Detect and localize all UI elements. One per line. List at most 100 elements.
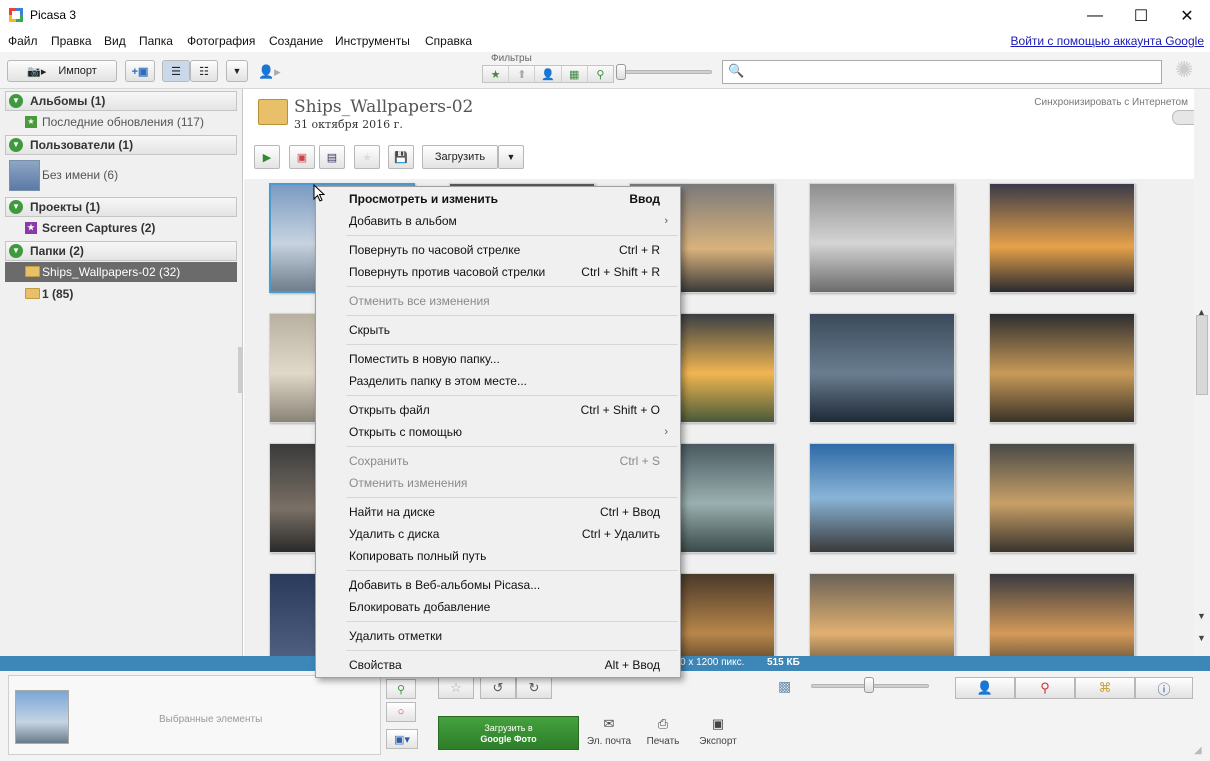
import-button[interactable]: 📷▸ Импорт (7, 60, 117, 82)
rotate-right-button[interactable]: ↻ (516, 677, 552, 699)
pin-filter-button[interactable]: ⚲ (588, 66, 613, 82)
scroll-down-end-icon[interactable]: ▼ (1197, 633, 1206, 643)
menu-item-label: Повернуть против часовой стрелки (349, 265, 546, 279)
movie-filter-button[interactable]: ▦ (562, 66, 588, 82)
sidebar-item-ships-wallpapers[interactable]: Ships_Wallpapers-02 (32) (5, 262, 237, 282)
menu-tools[interactable]: Инструменты (335, 34, 410, 48)
sidebar-item-recent-updates[interactable]: ★ Последние обновления (117) (5, 112, 237, 132)
tree-view-button[interactable]: ☷ (190, 60, 218, 82)
maximize-button[interactable]: ☐ (1118, 0, 1164, 31)
sidebar-item-unnamed-person[interactable]: Без имени (6) (5, 157, 237, 193)
context-menu-item[interactable]: Просмотреть и изменить Ввод (316, 188, 680, 210)
star-button[interactable]: ★ (354, 145, 380, 169)
context-menu-item[interactable]: Разделить папку в этом месте... (316, 370, 680, 392)
scroll-thumb[interactable] (1196, 315, 1208, 395)
context-menu-item: Сохранить Ctrl + S (316, 450, 680, 472)
section-albums[interactable]: ▼ Альбомы (1) (5, 91, 237, 111)
context-menu-item[interactable]: Добавить в альбом › (316, 210, 680, 232)
resize-grip-icon[interactable]: ◢ (1194, 745, 1202, 756)
context-menu-item[interactable]: Блокировать добавление (316, 596, 680, 618)
photo-thumbnail[interactable] (809, 443, 955, 553)
save-button[interactable]: 💾 (388, 145, 414, 169)
rotate-left-button[interactable]: ↺ (480, 677, 516, 699)
add-to-album-dropdown-button[interactable]: ▣▾ (386, 729, 418, 749)
menu-item-shortcut: Ctrl + R (618, 243, 660, 257)
project-icon: ★ (25, 222, 37, 234)
context-menu-item[interactable]: Найти на диске Ctrl + Ввод (316, 501, 680, 523)
date-filter-slider[interactable] (620, 70, 712, 74)
context-menu-item[interactable]: Добавить в Веб-альбомы Picasa... (316, 574, 680, 596)
person-filter-button[interactable]: 👤 (535, 66, 562, 82)
sidebar-item-folder-1[interactable]: 1 (85) (5, 284, 237, 304)
add-to-album-button[interactable]: +▣ (125, 60, 155, 82)
context-menu-item[interactable]: Удалить отметки (316, 625, 680, 647)
search-input[interactable]: 🔍 (722, 60, 1162, 84)
context-menu-item[interactable]: Повернуть по часовой стрелке Ctrl + R (316, 239, 680, 261)
email-button[interactable]: ✉ Эл. почта (584, 716, 634, 747)
hold-button[interactable]: ⚲ (386, 679, 416, 699)
context-menu-item[interactable]: Свойства Alt + Ввод (316, 654, 680, 676)
context-menu-item[interactable]: Поместить в новую папку... (316, 348, 680, 370)
close-button[interactable]: ✕ (1164, 0, 1210, 31)
context-menu-item[interactable]: Удалить с диска Ctrl + Удалить (316, 523, 680, 545)
mouse-cursor-icon (313, 184, 325, 202)
collapse-arrow-icon[interactable]: ▼ (9, 200, 23, 214)
section-projects[interactable]: ▼ Проекты (1) (5, 197, 237, 217)
properties-pane-button[interactable]: ⓘ (1135, 677, 1193, 699)
date-filter-slider-knob[interactable] (616, 64, 626, 80)
menu-edit[interactable]: Правка (51, 34, 92, 48)
people-pane-button[interactable]: 👤 (955, 677, 1015, 699)
photo-thumbnail[interactable] (989, 443, 1135, 553)
grid-scrollbar[interactable]: ▲ ▲ ▼ ▼ ▼ (1194, 89, 1210, 656)
upload-to-google-photos-button[interactable]: Загрузить в Google Фото (438, 716, 579, 750)
menu-create[interactable]: Создание (269, 34, 323, 48)
menu-item-shortcut: Ctrl + Shift + R (581, 265, 660, 279)
view-dropdown-button[interactable]: ▼ (226, 60, 248, 82)
print-button[interactable]: ⎙ Печать (638, 716, 688, 747)
collapse-arrow-icon[interactable]: ▼ (9, 138, 23, 152)
album-upload-button[interactable]: Загрузить (422, 145, 498, 169)
list-view-button[interactable]: ☰ (162, 60, 190, 82)
menu-view[interactable]: Вид (104, 34, 126, 48)
photo-thumbnail[interactable] (989, 313, 1135, 423)
upload-dropdown-button[interactable]: ▼ (498, 145, 524, 169)
photo-thumbnail[interactable] (809, 313, 955, 423)
rotate-left-icon: ↺ (492, 680, 504, 695)
menu-item-label: Блокировать добавление (349, 600, 491, 614)
scroll-down-small-icon[interactable]: ▼ (1197, 611, 1206, 621)
star-photo-button[interactable]: ☆ (438, 677, 474, 699)
menu-file[interactable]: Файл (8, 34, 38, 48)
star-filter-button[interactable]: ★ (483, 66, 510, 82)
folder-icon (25, 266, 40, 277)
sidebar-resize-handle[interactable] (238, 347, 243, 393)
menu-help[interactable]: Справка (425, 34, 472, 48)
google-login-link[interactable]: Войти с помощью аккаунта Google (1011, 34, 1204, 48)
places-pane-button[interactable]: ⚲ (1015, 677, 1075, 699)
search-icon: 🔍 (728, 63, 745, 78)
upload-filter-button[interactable]: ⬆ (509, 66, 536, 82)
thumbnail-size-slider-knob[interactable] (864, 677, 874, 693)
photo-thumbnail[interactable] (989, 183, 1135, 293)
section-people[interactable]: ▼ Пользователи (1) (5, 135, 237, 155)
context-menu-item[interactable]: Открыть с помощью › (316, 421, 680, 443)
context-menu-item[interactable]: Скрыть (316, 319, 680, 341)
collage-button[interactable]: ▣ (289, 145, 315, 169)
selected-photo-thumbnail[interactable] (15, 690, 69, 744)
menu-folder[interactable]: Папка (139, 34, 173, 48)
context-menu-item[interactable]: Открыть файл Ctrl + Shift + O (316, 399, 680, 421)
export-button[interactable]: ▣ Экспорт (693, 716, 743, 747)
context-menu-item[interactable]: Повернуть против часовой стрелки Ctrl + S… (316, 261, 680, 283)
menu-photo[interactable]: Фотография (187, 34, 255, 48)
minimize-button[interactable]: — (1072, 0, 1118, 31)
movie-button[interactable]: ▤ (319, 145, 345, 169)
clear-selection-button[interactable]: ○ (386, 702, 416, 722)
sidebar-item-screen-captures[interactable]: ★ Screen Captures (2) (5, 218, 237, 238)
collapse-arrow-icon[interactable]: ▼ (9, 94, 23, 108)
section-folders[interactable]: ▼ Папки (2) (5, 241, 237, 261)
photo-thumbnail[interactable] (809, 183, 955, 293)
people-disabled-icon: 👤▸ (258, 64, 281, 79)
collapse-arrow-icon[interactable]: ▼ (9, 244, 23, 258)
tags-pane-button[interactable]: ⌘ (1075, 677, 1135, 699)
context-menu-item[interactable]: Копировать полный путь (316, 545, 680, 567)
slideshow-button[interactable]: ▶ (254, 145, 280, 169)
